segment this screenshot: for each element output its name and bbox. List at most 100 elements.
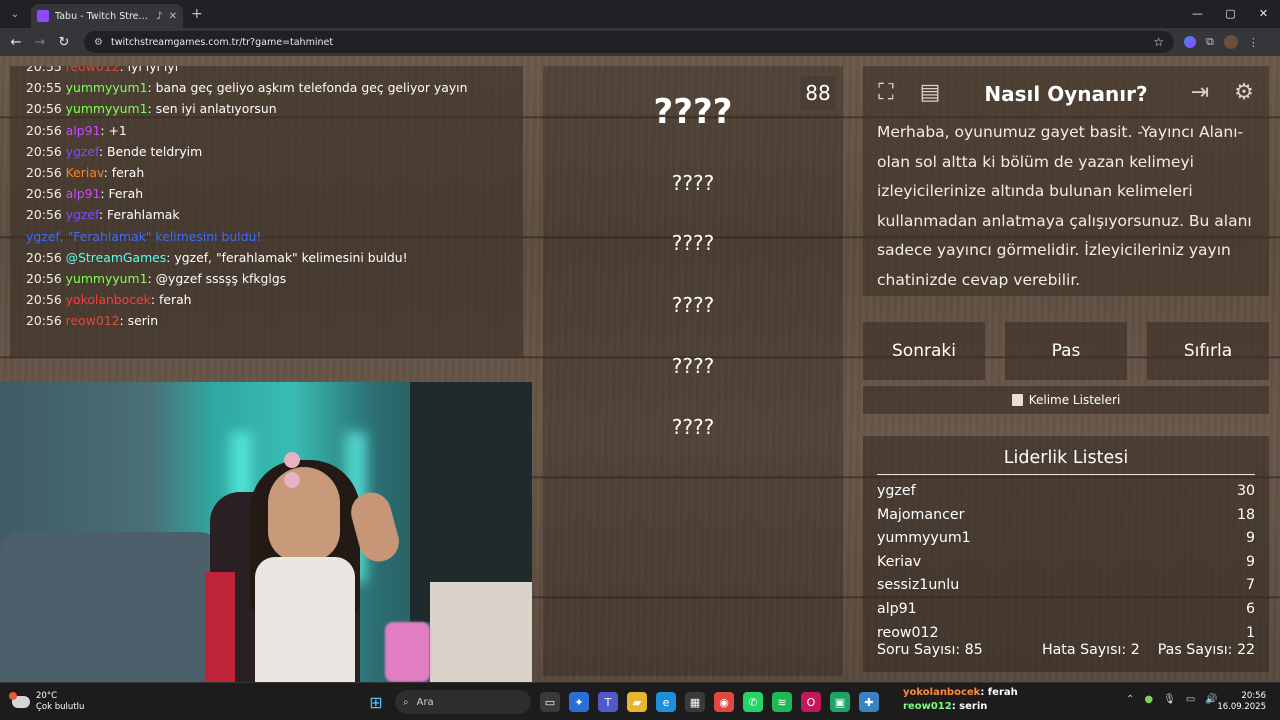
chat-username[interactable]: yokolanbocek xyxy=(66,292,151,307)
weather-widget[interactable]: 20°C Çok bulutlu xyxy=(9,691,85,713)
file-explorer-icon[interactable]: ▰ xyxy=(627,692,647,712)
chat-username[interactable]: alp91 xyxy=(66,186,101,201)
chat-timestamp: 20:56 xyxy=(26,313,62,329)
leaderboard-name: reow012 xyxy=(877,624,939,638)
chat-message: 20:56 reow012: serin xyxy=(26,313,159,329)
pass-button[interactable]: Pas xyxy=(1005,322,1127,380)
browser-menu-icon[interactable]: ⋮ xyxy=(1248,36,1259,49)
webcam-pink-lamp xyxy=(385,622,430,682)
game-page: 20:55 reow012: iyi iyi iyi 20:55 yummyyum… xyxy=(0,56,1280,682)
chat-message: 20:56 Keriav: ferah xyxy=(26,165,145,181)
store-icon[interactable]: ▦ xyxy=(685,692,705,712)
audio-playing-icon[interactable]: ♪ xyxy=(156,11,162,22)
teams-icon[interactable]: T xyxy=(598,692,618,712)
chat-timestamp: 20:55 xyxy=(26,80,62,96)
leaderboard-name: ygzef xyxy=(877,483,916,499)
chat-timestamp: 20:56 xyxy=(26,186,62,202)
app-icon[interactable]: ▣ xyxy=(830,692,850,712)
leaderboard-row: ygzef 30 xyxy=(877,480,1255,504)
browser-tab[interactable]: Tabu - Twitch Stream Games ♪ ✕ xyxy=(31,4,183,28)
leaderboard-score: 30 xyxy=(1236,483,1255,499)
chat-text: ferah xyxy=(111,165,145,181)
leaderboard-list[interactable]: ygzef 30 Majomancer 18 yummyyum1 9 Keriav 9 sess… xyxy=(877,480,1255,638)
webcam-desk xyxy=(430,582,532,682)
network-icon[interactable]: ▭ xyxy=(1186,694,1195,705)
volume-icon[interactable]: 🔊 xyxy=(1205,694,1217,705)
url-omnibox[interactable]: ⚙ twitchstreamgames.com.tr/tr?game=tahmi… xyxy=(84,31,1174,53)
chat-username[interactable]: @StreamGames xyxy=(66,250,167,265)
weather-desc: Çok bulutlu xyxy=(36,702,85,712)
extensions-puzzle-icon[interactable]: ⧉ xyxy=(1206,35,1214,49)
overlay-text: : ferah xyxy=(980,687,1018,698)
chat-username[interactable]: ygzef xyxy=(66,144,99,159)
system-clock[interactable]: 20:56 16.09.2025 xyxy=(1217,691,1266,713)
copilot-icon[interactable]: ✦ xyxy=(569,692,589,712)
windows-start-icon[interactable]: ⊞ xyxy=(366,692,386,712)
chat-username[interactable]: ygzef xyxy=(66,207,99,222)
microphone-icon[interactable]: 🎙 xyxy=(1163,694,1176,705)
leaderboard-score: 9 xyxy=(1245,553,1255,570)
chat-username[interactable]: yummyyum1 xyxy=(66,80,148,95)
chat-timestamp: 20:55 xyxy=(26,66,62,74)
chat-overlay: yokolanbocek: ferah reow012: serin xyxy=(903,686,1018,714)
next-button[interactable]: Sonraki xyxy=(863,322,985,380)
chat-text: ygzef, "ferahlamak" kelimesini buldu! xyxy=(174,249,408,265)
new-tab-button[interactable]: + xyxy=(191,6,203,22)
browser-tabbar: ⌄ Tabu - Twitch Stream Games ♪ ✕ + — ▢ ✕ xyxy=(0,0,1280,28)
chat-message: 20:56 yummyyum1: @ygzef sssşş kfkglgs xyxy=(26,271,287,287)
word-card: 88 ???? ???? ???? ???? ???? ???? xyxy=(543,66,843,676)
chrome-icon[interactable]: ◉ xyxy=(714,692,734,712)
opera-icon[interactable]: O xyxy=(801,692,821,712)
chat-message: 20:56 ygzef: Bende teldryim xyxy=(26,143,203,159)
reload-icon[interactable]: ↻ xyxy=(52,35,76,50)
chat-username[interactable]: reow012 xyxy=(66,313,120,328)
chat-username[interactable]: reow012 xyxy=(66,66,120,74)
how-to-play-text: Merhaba, oyunumuz gayet basit. -Yayıncı … xyxy=(877,123,1252,289)
tab-title: Tabu - Twitch Stream Games xyxy=(55,10,151,22)
word-lists-label: Kelime Listeleri xyxy=(1028,393,1121,407)
chat-message: 20:56 ygzef: Ferahlamak xyxy=(26,207,180,223)
spotify-icon[interactable]: ≋ xyxy=(772,692,792,712)
profile-avatar[interactable] xyxy=(1223,35,1238,49)
tab-search-button[interactable]: ⌄ xyxy=(3,4,27,24)
chat-message: 20:56 alp91: +1 xyxy=(26,122,127,138)
url-text[interactable]: twitchstreamgames.com.tr/tr?game=tahmine… xyxy=(111,37,1145,48)
chat-username[interactable]: yummyyum1 xyxy=(66,101,148,116)
back-arrow-icon[interactable]: ← xyxy=(4,35,28,50)
maximize-button[interactable]: ▢ xyxy=(1214,0,1247,28)
leaderboard-row: sessiz1unlu 7 xyxy=(877,574,1255,598)
tab-close-icon[interactable]: ✕ xyxy=(169,11,177,22)
chat-timestamp: 20:56 xyxy=(26,271,62,287)
extension-icon[interactable] xyxy=(1184,36,1196,48)
site-info-icon[interactable]: ⚙ xyxy=(94,37,103,48)
minimize-button[interactable]: — xyxy=(1181,0,1214,28)
word-lists-button[interactable]: Kelime Listeleri xyxy=(863,386,1269,414)
search-icon: ⌕ xyxy=(403,696,409,708)
chat-username[interactable]: alp91 xyxy=(66,123,101,138)
tray-chevron-icon[interactable]: ⌃ xyxy=(1126,694,1134,705)
forward-arrow-icon[interactable]: → xyxy=(28,35,52,50)
leaderboard-panel: Liderlik Listesi ygzef 30 Majomancer 18 yumm… xyxy=(863,436,1269,672)
system-message: ygzef, "Ferahlamak" kelimesini buldu! xyxy=(26,228,262,244)
chat-username[interactable]: Keriav xyxy=(66,165,104,180)
leaderboard-score: 7 xyxy=(1245,577,1255,594)
edge-icon[interactable]: e xyxy=(656,692,676,712)
tray-app-icon[interactable]: ● xyxy=(1144,694,1153,705)
taskbar-search[interactable]: ⌕ Ara xyxy=(395,690,531,714)
chat-text: iyi iyi iyi xyxy=(127,66,179,74)
whatsapp-icon[interactable]: ✆ xyxy=(743,692,763,712)
settings-gear-icon[interactable]: ⚙ xyxy=(1229,78,1259,106)
app-icon[interactable]: ✚ xyxy=(859,692,879,712)
chat-username[interactable]: yummyyum1 xyxy=(66,271,148,286)
leaderboard-row: reow012 1 xyxy=(877,622,1255,638)
leaderboard-name: alp91 xyxy=(877,600,917,617)
leaderboard-name: Keriav xyxy=(877,553,922,570)
leaderboard-name: Majomancer xyxy=(877,506,965,523)
logout-icon[interactable]: ⇥ xyxy=(1185,78,1215,106)
bookmark-star-icon[interactable]: ☆ xyxy=(1153,35,1164,49)
close-window-button[interactable]: ✕ xyxy=(1247,0,1280,28)
chat-text: @ygzef sssşş kfkglgs xyxy=(155,271,287,287)
task-view-icon[interactable]: ▭ xyxy=(540,692,560,712)
leaderboard-score: 6 xyxy=(1245,600,1255,617)
reset-button[interactable]: Sıfırla xyxy=(1147,322,1269,380)
